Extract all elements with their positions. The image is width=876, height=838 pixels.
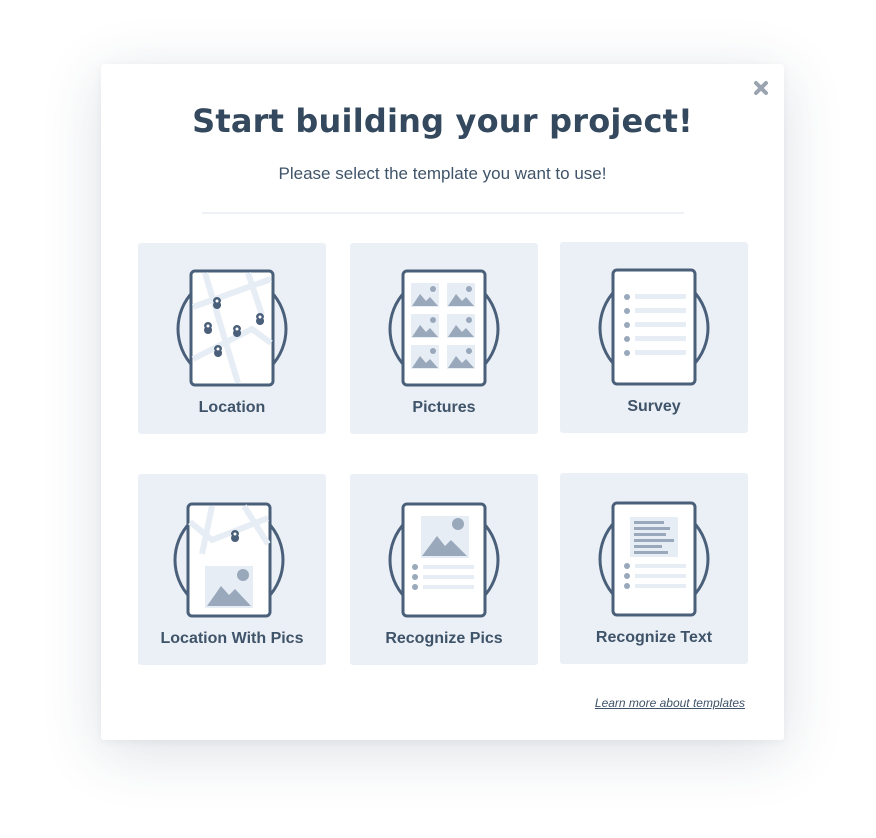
- location-template-icon: [176, 269, 288, 387]
- template-card-location-with-pics[interactable]: Location With Pics: [138, 474, 326, 665]
- template-label: Recognize Pics: [385, 630, 503, 647]
- page-subtitle: Please select the template you want to u…: [278, 164, 607, 183]
- template-label: Location: [198, 399, 266, 416]
- template-card-survey[interactable]: Survey: [560, 242, 748, 433]
- recognize-pics-template-icon: [388, 502, 500, 618]
- template-card-recognize-text[interactable]: Recognize Text: [560, 473, 748, 664]
- template-label: Survey: [627, 398, 681, 415]
- template-card-pictures[interactable]: Pictures: [350, 243, 538, 434]
- page-title: Start building your project!: [192, 102, 693, 140]
- template-card-recognize-pics[interactable]: Recognize Pics: [350, 474, 538, 665]
- pictures-template-icon: [388, 269, 500, 387]
- template-card-location[interactable]: Location: [138, 243, 326, 434]
- close-icon[interactable]: [751, 78, 771, 98]
- survey-template-icon: [598, 268, 710, 386]
- divider: [202, 212, 684, 214]
- location-with-pics-template-icon: [173, 502, 285, 618]
- template-label: Pictures: [412, 399, 476, 416]
- learn-more-link[interactable]: Learn more about templates: [595, 696, 745, 710]
- template-label: Location With Pics: [160, 630, 304, 647]
- recognize-text-template-icon: [598, 501, 710, 617]
- template-picker-modal: Start building your project! Please sele…: [101, 64, 784, 740]
- template-label: Recognize Text: [595, 629, 713, 646]
